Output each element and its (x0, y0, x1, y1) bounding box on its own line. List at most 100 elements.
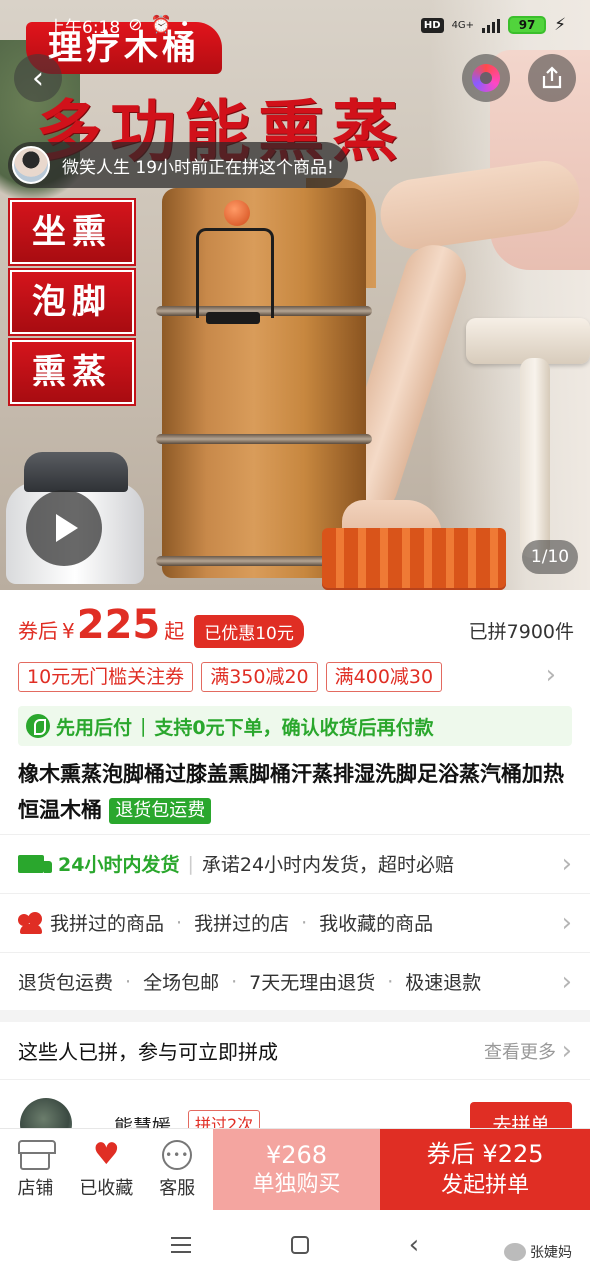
shipping-promise-row[interactable]: 24小时内发货 | 承诺24小时内发货，超时必赔 › (0, 834, 590, 892)
link-my-favorites[interactable]: 我收藏的商品 (319, 909, 433, 936)
magic-button[interactable] (462, 54, 510, 102)
home-square-icon[interactable] (290, 1236, 309, 1254)
discount-tag: 已优惠10元 (194, 614, 304, 648)
join-group-button[interactable]: 去拼单 (470, 1102, 572, 1128)
share-icon (542, 66, 562, 89)
heart-icon: ♥ (92, 1136, 120, 1172)
price-suffix: 起 (164, 619, 185, 643)
wechat-icon (504, 1243, 526, 1261)
separator: · (176, 911, 183, 934)
back-button[interactable]: ‹ (14, 54, 62, 102)
foot-massager-image (322, 528, 506, 590)
guarantees-row[interactable]: 退货包运费 · 全场包邮 · 7天无理由退货 · 极速退款 › (0, 952, 590, 1010)
alarm-icon: ⏰ (150, 15, 172, 35)
guarantee-return-shipping: 退货包运费 (18, 972, 114, 994)
shipping-detail: 承诺24小时内发货，超时必赔 (201, 854, 455, 876)
separator: · (125, 970, 132, 993)
link-my-group-stores[interactable]: 我拼过的店 (194, 909, 289, 936)
product-image-carousel[interactable]: 理疗木桶 多功能熏蒸 坐熏 泡脚 熏蒸 微笑人生 19小时前正在拼这个商品! 上… (0, 0, 590, 590)
separator: · (231, 970, 238, 993)
people-icon (18, 911, 44, 934)
image-page-counter: 1/10 (522, 540, 578, 574)
separator: | (140, 715, 147, 737)
feature-seat-steam: 坐熏 (8, 198, 136, 266)
chevron-right-icon: › (561, 966, 572, 997)
coupon-list[interactable]: 10元无门槛关注券 满350减20 满400减30 › (18, 660, 574, 692)
section-divider (0, 1010, 590, 1022)
status-time: 上午6:18 (48, 17, 121, 38)
separator: · (301, 911, 308, 934)
history-links-row: 我拼过的商品 · 我拼过的店 · 我收藏的商品 › (0, 893, 590, 951)
chevron-right-icon: › (561, 907, 572, 938)
buy-alone-button[interactable]: ¥268 单独购买 (212, 1129, 381, 1210)
play-icon (56, 514, 78, 542)
chevron-right-icon: › (561, 1035, 572, 1066)
avatar (20, 1098, 72, 1128)
watermark: 张婕妈 (504, 1242, 572, 1262)
separator: | (187, 852, 194, 875)
chat-bubble-icon: ••• (162, 1139, 193, 1170)
back-triangle-icon[interactable]: ‹ (409, 1230, 419, 1260)
group-buy-header: 这些人已拼，参与可立即拼成 查看更多 › (0, 1022, 590, 1080)
price-currency: ¥ (62, 619, 75, 643)
buy-alone-price: ¥268 (265, 1140, 328, 1169)
price-value: 225 (76, 602, 161, 648)
pay-later-icon (26, 714, 50, 738)
signal-icon (482, 17, 501, 33)
favorite-tab[interactable]: ♥ 已收藏 (71, 1129, 142, 1210)
pay-later-banner[interactable]: 先用后付 | 支持0元下单，确认收货后再付款 (18, 706, 572, 746)
group-buy-title: 这些人已拼，参与可立即拼成 (18, 1040, 278, 1064)
store-tab[interactable]: 店铺 (0, 1129, 71, 1210)
guarantee-free-shipping: 全场包邮 (143, 972, 220, 994)
price-prefix: 券后 (18, 619, 58, 643)
avatar (12, 146, 50, 184)
coupon-400[interactable]: 满400减30 (325, 662, 443, 692)
service-label: 客服 (159, 1177, 196, 1199)
battery-icon: 97 (508, 16, 547, 34)
magic-sparkle-icon (472, 64, 500, 92)
group-buy-price: 券后 ¥225 (426, 1139, 544, 1168)
coupon-follow[interactable]: 10元无门槛关注券 (18, 662, 194, 692)
product-title-text: 橡木熏蒸泡脚桶过膝盖熏脚桶汗蒸排湿洗脚足浴蒸汽桶加热恒温木桶 (18, 762, 564, 822)
member-badge: 拼过2次 (188, 1110, 261, 1128)
customer-service-tab[interactable]: ••• 客服 (142, 1129, 213, 1210)
feature-foot-soak: 泡脚 (8, 268, 136, 336)
truck-icon (18, 854, 52, 873)
social-proof-text: 微笑人生 19小时前正在拼这个商品! (62, 157, 334, 178)
social-proof-toast: 微笑人生 19小时前正在拼这个商品! (8, 142, 348, 188)
price-row: 券后 ¥ 225 起 已优惠10元 已拼7900件 (18, 602, 574, 660)
menu-icon[interactable] (170, 1237, 191, 1253)
see-more-link[interactable]: 查看更多 (484, 1038, 556, 1064)
separator: · (387, 970, 394, 993)
video-play-button[interactable] (26, 490, 102, 566)
store-icon (18, 1139, 57, 1170)
start-group-buy-button[interactable]: 券后 ¥225 发起拼单 (380, 1129, 590, 1210)
mute-icon: ⊘ (128, 15, 143, 35)
group-buy-item: 熊慧媛 拼过2次 去拼单 (0, 1082, 590, 1128)
pay-later-label: 先用后付 (56, 716, 133, 739)
share-button[interactable] (528, 54, 576, 102)
system-navigation-bar: ‹ (0, 1210, 590, 1280)
charging-icon: ⚡ (554, 15, 566, 35)
status-bar: 上午6:18 ⊘ ⏰ • HD 4G+ 97 ⚡ (0, 0, 590, 50)
feature-steam: 熏蒸 (8, 338, 136, 406)
chevron-right-icon: › (561, 848, 572, 879)
sold-count: 已拼7900件 (468, 621, 574, 643)
chevron-left-icon: ‹ (32, 60, 44, 96)
chevron-right-icon: › (545, 660, 556, 690)
product-title: 橡木熏蒸泡脚桶过膝盖熏脚桶汗蒸排湿洗脚足浴蒸汽桶加热恒温木桶 退货包运费 (18, 756, 574, 828)
shipping-label: 24小时内发货 (58, 854, 180, 876)
hd-icon: HD (420, 17, 444, 33)
guarantee-7-day-return: 7天无理由退货 (249, 972, 376, 994)
buy-alone-label: 单独购买 (252, 1171, 341, 1197)
network-type: 4G+ (451, 19, 475, 31)
link-my-group-products[interactable]: 我拼过的商品 (50, 909, 164, 936)
store-label: 店铺 (17, 1177, 54, 1199)
bottom-action-bar: 店铺 ♥ 已收藏 ••• 客服 ¥268 单独购买 券后 ¥225 发起拼单 (0, 1128, 590, 1210)
coupon-350[interactable]: 满350减20 (201, 662, 318, 692)
favorite-label: 已收藏 (79, 1177, 134, 1199)
notification-dot-icon: • (179, 15, 190, 35)
pay-later-detail: 支持0元下单，确认收货后再付款 (154, 716, 434, 739)
watermark-text: 张婕妈 (530, 1245, 572, 1261)
free-return-shipping-tag: 退货包运费 (109, 798, 212, 824)
